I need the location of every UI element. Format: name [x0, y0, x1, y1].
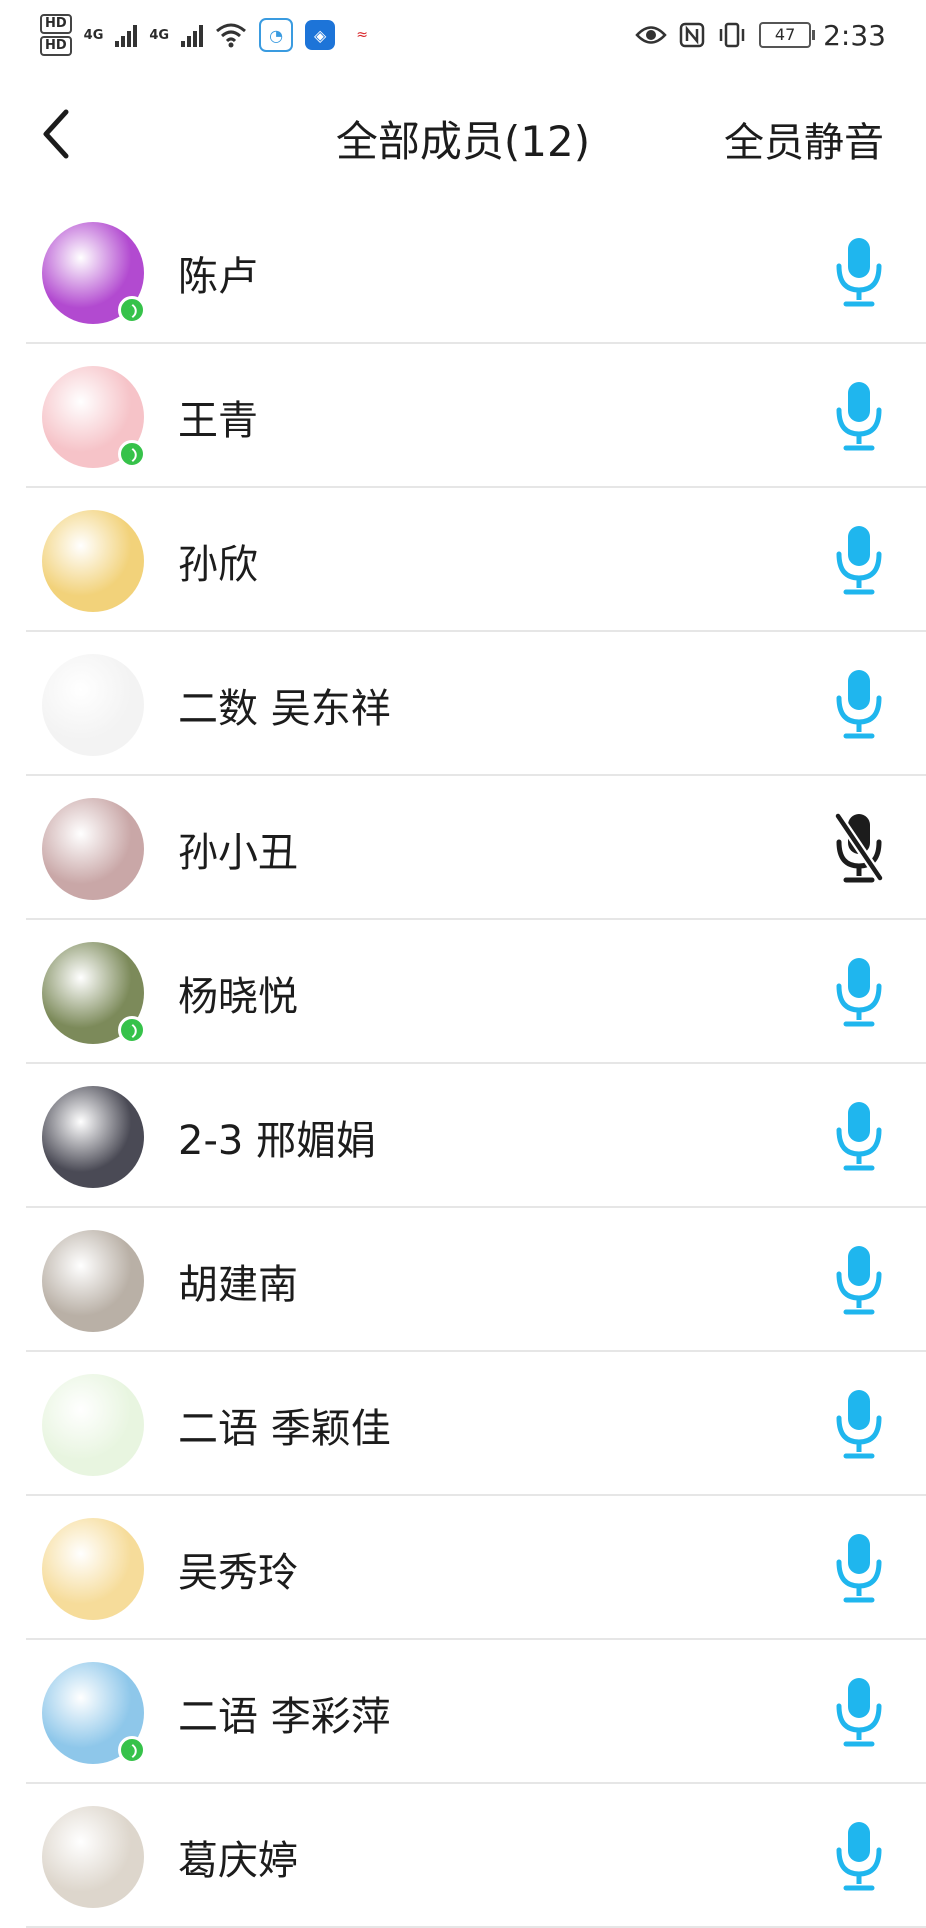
- member-name: 陈卢: [178, 254, 258, 300]
- speaking-badge-icon: [118, 440, 146, 468]
- mic-icon[interactable]: [834, 1532, 884, 1604]
- member-row[interactable]: 孙欣: [26, 488, 926, 632]
- eye-icon: [635, 26, 667, 44]
- member-row[interactable]: 王青: [26, 344, 926, 488]
- avatar[interactable]: [42, 1374, 144, 1476]
- speaking-badge-icon: [118, 296, 146, 324]
- member-list: 陈卢王青孙欣二数 吴东祥 孙小丑杨晓悦 2-3 邢媚娟 胡建南二语 季颖佳 吴秀玲二语 …: [0, 200, 926, 1928]
- status-left: HD HD 4G 4G ◔ ◈ ≈: [40, 14, 377, 56]
- mic-icon[interactable]: [834, 1100, 884, 1172]
- member-name: 王青: [178, 398, 258, 444]
- back-arrow-icon[interactable]: [36, 106, 76, 162]
- avatar[interactable]: [42, 798, 144, 900]
- member-row[interactable]: 2-3 邢媚娟: [26, 1064, 926, 1208]
- battery-indicator: 47: [759, 22, 816, 48]
- member-row[interactable]: 孙小丑: [26, 776, 926, 920]
- nfc-icon: [679, 22, 705, 48]
- network-type-1: 4G: [83, 27, 104, 43]
- speaking-badge-icon: [118, 1736, 146, 1764]
- member-row[interactable]: 二语 季颖佳: [26, 1352, 926, 1496]
- mic-icon[interactable]: [834, 380, 884, 452]
- speaking-badge-icon: [118, 1016, 146, 1044]
- member-name: 二数 吴东祥: [178, 686, 391, 732]
- member-row[interactable]: 胡建南: [26, 1208, 926, 1352]
- mute-all-button[interactable]: 全员静音: [724, 110, 884, 168]
- vibrate-icon: [719, 22, 745, 48]
- avatar[interactable]: [42, 654, 144, 756]
- hd-badge-1: HD: [40, 14, 72, 34]
- status-bar: HD HD 4G 4G ◔ ◈ ≈ 47 2:33: [0, 0, 926, 70]
- clock: 2:33: [823, 18, 886, 52]
- signal-bars-1-icon: [115, 23, 138, 47]
- avatar[interactable]: [42, 1806, 144, 1908]
- member-name: 二语 季颖佳: [178, 1406, 391, 1452]
- mic-icon[interactable]: [834, 1676, 884, 1748]
- hd-badge-2: HD: [40, 36, 72, 56]
- member-row[interactable]: 杨晓悦: [26, 920, 926, 1064]
- status-right: 47 2:33: [635, 19, 886, 52]
- shield-app-icon: ◈: [305, 20, 336, 50]
- member-name: 吴秀玲: [178, 1550, 298, 1596]
- mic-icon[interactable]: [834, 524, 884, 596]
- mic-icon[interactable]: [834, 1388, 884, 1460]
- member-name: 葛庆婷: [178, 1838, 298, 1884]
- member-row[interactable]: 陈卢: [26, 200, 926, 344]
- member-name: 2-3 邢媚娟: [178, 1118, 377, 1164]
- mic-muted-icon[interactable]: [834, 812, 884, 884]
- avatar[interactable]: [42, 510, 144, 612]
- top-bar: 全部成员(12) 全员静音: [0, 88, 926, 180]
- signal-bars-2-icon: [181, 23, 204, 47]
- avatar[interactable]: [42, 1230, 144, 1332]
- mic-icon[interactable]: [834, 1244, 884, 1316]
- mic-icon[interactable]: [834, 1820, 884, 1892]
- member-name: 孙小丑: [178, 830, 298, 876]
- network-type-2: 4G: [149, 27, 170, 43]
- member-row[interactable]: 葛庆婷: [26, 1784, 926, 1928]
- avatar[interactable]: [42, 1086, 144, 1188]
- mic-icon[interactable]: [834, 956, 884, 1028]
- qq-app-icon: ◔: [259, 18, 294, 52]
- wifi-icon: [216, 23, 247, 48]
- hd-indicators: HD HD: [40, 14, 72, 56]
- avatar[interactable]: [42, 1518, 144, 1620]
- member-row[interactable]: 二数 吴东祥: [26, 632, 926, 776]
- sina-app-icon: ≈: [356, 27, 368, 43]
- member-name: 孙欣: [178, 542, 258, 588]
- member-name: 杨晓悦: [178, 974, 298, 1020]
- member-row[interactable]: 二语 李彩萍: [26, 1640, 926, 1784]
- member-row[interactable]: 吴秀玲: [26, 1496, 926, 1640]
- member-name: 胡建南: [178, 1262, 298, 1308]
- mic-icon[interactable]: [834, 668, 884, 740]
- mic-icon[interactable]: [834, 236, 884, 308]
- member-name: 二语 李彩萍: [178, 1694, 391, 1740]
